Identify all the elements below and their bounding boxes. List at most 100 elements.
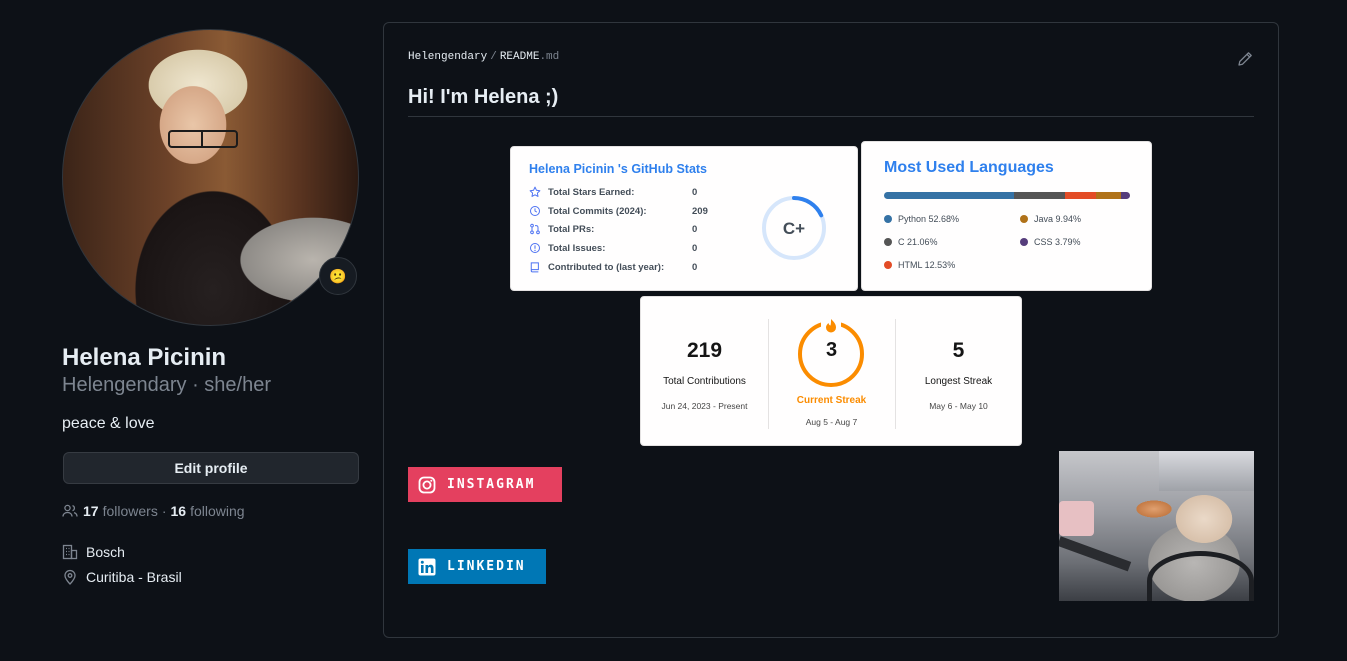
- stat-label: Total PRs:: [548, 223, 595, 235]
- readme-file-ext: .md: [539, 51, 560, 63]
- language-dot-css: [1020, 238, 1028, 246]
- longest-streak-range: May 6 - May 10: [929, 401, 988, 411]
- status-emoji-icon: 😕: [329, 267, 347, 284]
- languages-progress-bar: [884, 192, 1130, 199]
- total-contributions-section: 219 Total Contributions Jun 24, 2023 - P…: [641, 297, 768, 447]
- follow-stats: 17 followers · 16 following: [62, 503, 245, 519]
- longest-streak-value: 5: [952, 339, 965, 362]
- image-detail: [1147, 551, 1254, 601]
- location-item: Curitiba - Brasil: [62, 569, 182, 585]
- language-label: Python 52.68%: [898, 214, 960, 224]
- company-item: Bosch: [62, 544, 125, 560]
- stat-row-stars: Total Stars Earned: 0: [529, 185, 697, 199]
- language-item-java: Java 9.94%: [1020, 214, 1081, 224]
- instagram-badge-label: INSTAGRAM: [447, 477, 536, 492]
- image-detail: [1059, 501, 1094, 536]
- linkedin-badge-link[interactable]: LINKEDIN: [408, 549, 546, 584]
- stat-value: 209: [692, 205, 708, 217]
- status-emoji-button[interactable]: 😕: [319, 257, 357, 295]
- organization-icon: [62, 544, 78, 560]
- language-dot-python: [884, 215, 892, 223]
- current-streak-range: Aug 5 - Aug 7: [805, 417, 858, 427]
- edit-profile-button[interactable]: Edit profile: [63, 452, 359, 484]
- language-item-html: HTML 12.53%: [884, 260, 955, 270]
- longest-streak-label: Longest Streak: [924, 376, 993, 387]
- following-link[interactable]: 16 following: [171, 503, 245, 519]
- company-text: Bosch: [86, 544, 125, 560]
- languages-card-title: Most Used Languages: [884, 159, 1054, 176]
- rank-grade: C+: [783, 219, 805, 238]
- issue-icon: [530, 243, 540, 253]
- stats-card-title: Helena Picinin 's GitHub Stats: [529, 162, 708, 176]
- repo-icon: [530, 262, 539, 273]
- instagram-badge-link[interactable]: INSTAGRAM: [408, 467, 562, 502]
- followers-label: followers: [102, 503, 158, 519]
- following-count: 16: [170, 503, 187, 519]
- stat-label: Total Stars Earned:: [548, 186, 635, 198]
- language-item-python: Python 52.68%: [884, 214, 959, 224]
- stat-value: 0: [692, 261, 698, 273]
- total-contributions-label: Total Contributions: [663, 376, 746, 387]
- stat-row-contributed: Contributed to (last year): 0: [529, 260, 697, 274]
- stat-row-issues: Total Issues: 0: [529, 241, 697, 255]
- readme-file-base: README: [499, 51, 540, 63]
- language-label: Java 9.94%: [1034, 214, 1082, 224]
- language-label: C 21.06%: [898, 237, 938, 247]
- people-icon: [62, 504, 78, 517]
- most-used-languages-card[interactable]: Most Used Languages Python 52.68% C 21.0…: [861, 141, 1152, 291]
- language-item-c: C 21.06%: [884, 237, 938, 247]
- language-label: CSS 3.79%: [1034, 237, 1081, 247]
- history-icon: [530, 206, 540, 216]
- heading-divider: [408, 116, 1254, 117]
- language-bar-segment-css: [1120, 192, 1130, 199]
- edit-readme-pencil-icon[interactable]: [1237, 51, 1253, 67]
- star-icon: [529, 186, 541, 197]
- readme-file-link[interactable]: README.md: [500, 51, 559, 63]
- pull-request-icon: [530, 223, 540, 235]
- stat-value: 0: [692, 186, 698, 198]
- stat-value: 0: [692, 242, 698, 254]
- stat-label: Total Issues:: [548, 242, 606, 254]
- total-contributions-value: 219: [686, 339, 723, 362]
- language-item-css: CSS 3.79%: [1020, 237, 1081, 247]
- current-streak-section: 3 Current Streak Aug 5 - Aug 7: [768, 297, 895, 447]
- breadcrumb-separator: /: [490, 51, 497, 63]
- stat-row-commits: Total Commits (2024): 209: [529, 204, 708, 218]
- stat-value: 0: [692, 223, 698, 235]
- avatar-photo-detail: [168, 130, 238, 148]
- image-detail: [1059, 536, 1132, 572]
- avatar[interactable]: [62, 29, 359, 326]
- linkedin-icon: [418, 558, 436, 575]
- readme-box: Helengendary / README.md Hi! I'm Helena ;)…: [383, 22, 1279, 638]
- readme-heading: Hi! I'm Helena ;): [408, 86, 559, 108]
- language-bar-segment-html: [1065, 192, 1097, 199]
- current-streak-label: Current Streak: [796, 395, 867, 406]
- stat-label: Total Commits (2024):: [548, 205, 647, 217]
- following-label: following: [190, 503, 245, 519]
- followers-link[interactable]: 17 followers: [83, 503, 158, 519]
- language-label: HTML 12.53%: [898, 260, 956, 270]
- language-dot-c: [884, 238, 892, 246]
- instagram-icon: [418, 476, 436, 493]
- longest-streak-section: 5 Longest Streak May 6 - May 10: [895, 297, 1022, 447]
- readme-toddler-image: [1059, 451, 1254, 601]
- stat-label: Contributed to (last year):: [548, 261, 665, 273]
- current-streak-value: 3: [825, 339, 838, 361]
- followers-count: 17: [83, 503, 99, 519]
- stat-row-prs: Total PRs: 0: [529, 222, 697, 236]
- profile-name: Helena Picinin: [62, 344, 227, 371]
- language-bar-segment-python: [884, 192, 1014, 199]
- linkedin-badge-label: LINKEDIN: [447, 559, 526, 574]
- readme-owner-link[interactable]: Helengendary: [408, 51, 487, 63]
- language-dot-java: [1020, 215, 1028, 223]
- total-contributions-range: Jun 24, 2023 - Present: [661, 401, 748, 411]
- profile-bio: peace & love: [62, 415, 155, 432]
- language-dot-html: [884, 261, 892, 269]
- readme-breadcrumb: Helengendary / README.md: [408, 51, 559, 63]
- profile-login-pronouns: Helengendary · she/her: [62, 374, 272, 396]
- location-text: Curitiba - Brasil: [86, 569, 182, 585]
- github-stats-card[interactable]: Helena Picinin 's GitHub Stats Total Sta…: [510, 146, 858, 291]
- language-bar-segment-java: [1096, 192, 1121, 199]
- github-streak-card[interactable]: 219 Total Contributions Jun 24, 2023 - P…: [640, 296, 1022, 446]
- image-detail: [1159, 451, 1254, 491]
